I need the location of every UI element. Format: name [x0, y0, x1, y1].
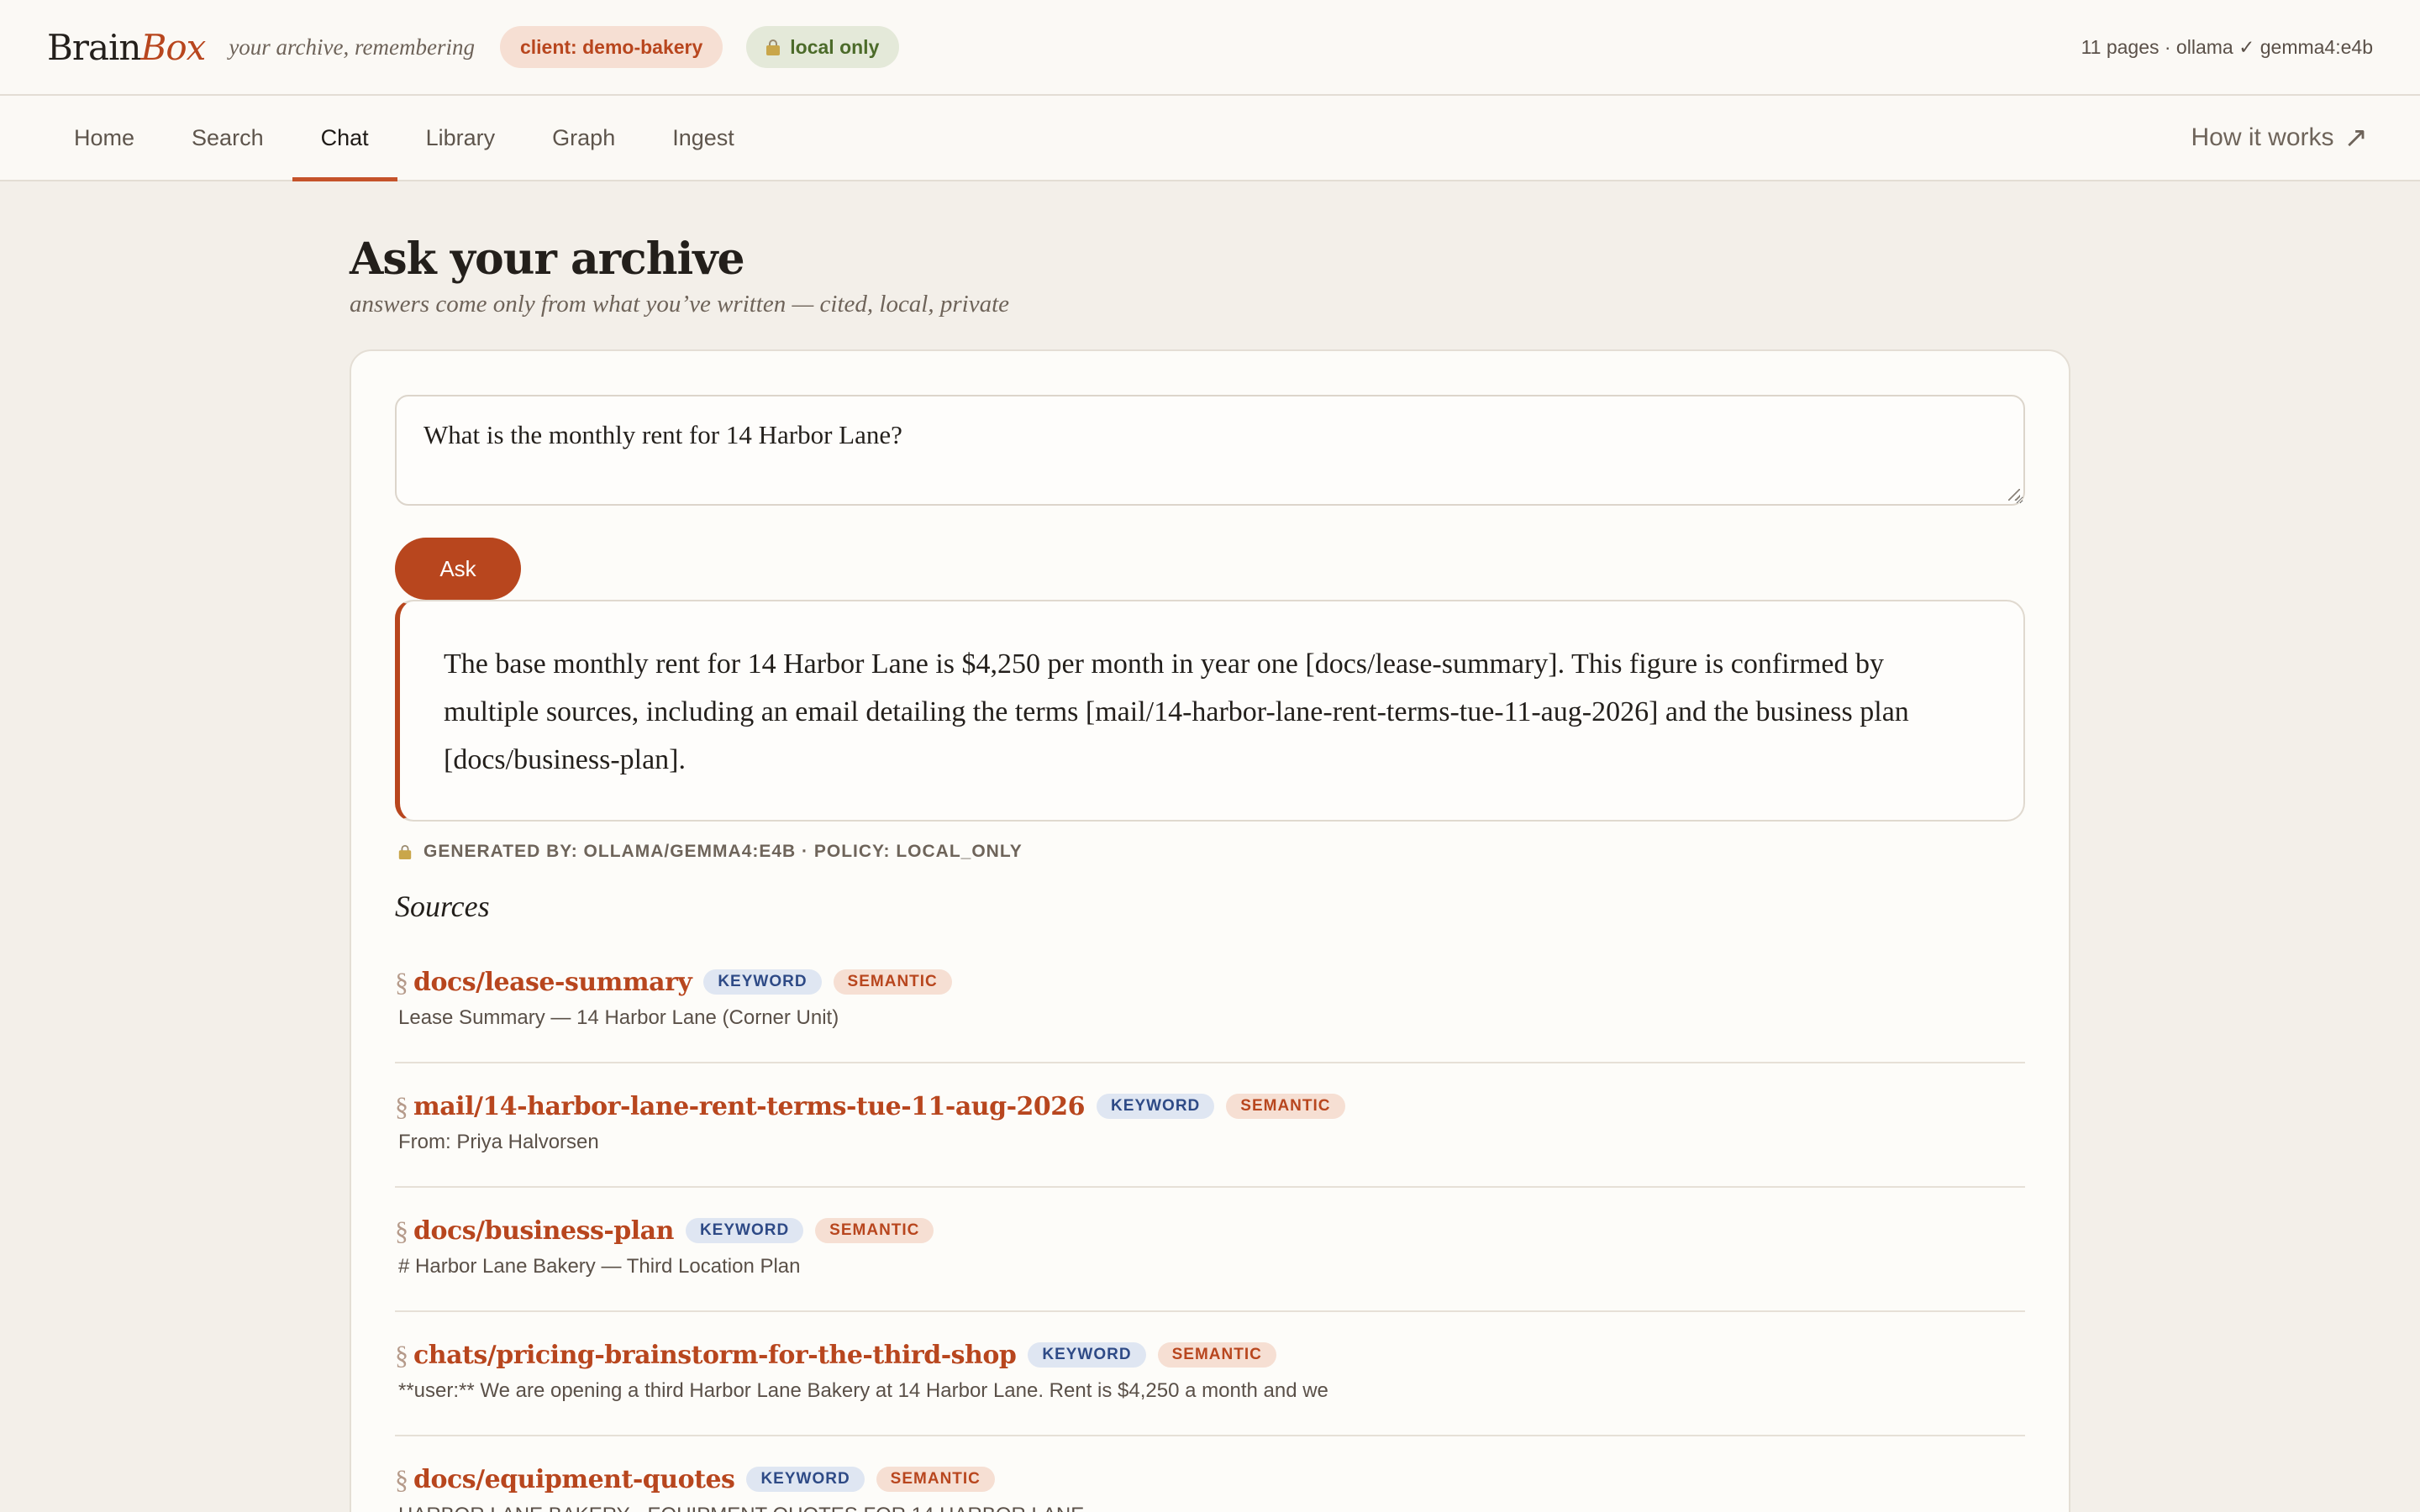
source-snippet: **user:** We are opening a third Harbor … — [398, 1379, 1328, 1402]
answer-panel: The base monthly rent for 14 Harbor Lane… — [395, 600, 2025, 822]
main-nav: Home Search Chat Library Graph Ingest Ho… — [0, 96, 2420, 181]
source-item[interactable]: § chats/pricing-brainstorm-for-the-third… — [395, 1312, 2025, 1436]
source-item[interactable]: § docs/business-plan KEYWORD SEMANTIC # … — [395, 1188, 2025, 1312]
page-title: Ask your archive — [350, 234, 745, 285]
brand-tagline: your archive, remembering — [229, 34, 475, 60]
tab-label: Chat — [320, 124, 369, 150]
section-icon: § — [395, 966, 408, 997]
brand-logo[interactable]: Brain Box — [47, 26, 206, 68]
chat-card: What is the monthly rent for 14 Harbor L… — [350, 349, 2070, 1512]
tab-graph[interactable]: Graph — [523, 96, 644, 180]
sources-heading: Sources — [395, 890, 490, 923]
source-item[interactable]: § docs/equipment-quotes KEYWORD SEMANTIC… — [395, 1436, 2025, 1512]
ask-button[interactable]: Ask — [395, 538, 521, 600]
source-link[interactable]: mail/14-harbor-lane-rent-terms-tue-11-au… — [413, 1092, 1086, 1121]
generated-by-label: GENERATED BY: OLLAMA/GEMMA4:E4B · POLICY… — [424, 842, 1023, 861]
tab-label: Home — [74, 124, 135, 150]
tab-home[interactable]: Home — [45, 96, 163, 180]
keyword-badge: KEYWORD — [685, 1218, 804, 1243]
source-snippet: From: Priya Halvorsen — [398, 1131, 599, 1153]
lock-icon — [766, 39, 781, 55]
generated-by-line: GENERATED BY: OLLAMA/GEMMA4:E4B · POLICY… — [398, 842, 1023, 862]
question-input[interactable]: What is the monthly rent for 14 Harbor L… — [395, 395, 2025, 506]
semantic-badge: SEMANTIC — [1157, 1342, 1276, 1368]
source-snippet: Lease Summary — 14 Harbor Lane (Corner U… — [398, 1006, 839, 1029]
source-snippet: # Harbor Lane Bakery — Third Location Pl… — [398, 1255, 801, 1278]
tab-ingest[interactable]: Ingest — [644, 96, 763, 180]
top-header: Brain Box your archive, remembering clien… — [0, 0, 2420, 96]
brand-name-brain: Brain — [47, 26, 141, 68]
status-readout: 11 pages · ollama ✓ gemma4:e4b — [2081, 35, 2373, 58]
source-item[interactable]: § mail/14-harbor-lane-rent-terms-tue-11-… — [395, 1063, 2025, 1188]
semantic-badge: SEMANTIC — [1226, 1094, 1345, 1119]
source-link[interactable]: docs/lease-summary — [413, 968, 692, 997]
how-it-works-link[interactable]: How it works ↗ — [2191, 96, 2368, 180]
tab-label: Search — [192, 124, 264, 150]
section-icon: § — [395, 1215, 408, 1246]
keyword-badge: KEYWORD — [746, 1467, 865, 1492]
client-badge: client: demo-bakery — [499, 26, 723, 68]
source-snippet: HARBOR LANE BAKERY - EQUIPMENT QUOTES FO… — [395, 1504, 2025, 1512]
local-only-label: local only — [790, 35, 880, 58]
semantic-badge: SEMANTIC — [815, 1218, 934, 1243]
semantic-badge: SEMANTIC — [876, 1467, 995, 1492]
section-icon: § — [395, 1339, 408, 1370]
how-it-works-label: How it works — [2191, 123, 2334, 151]
lock-icon — [398, 844, 412, 859]
tab-library[interactable]: Library — [397, 96, 524, 180]
source-link[interactable]: chats/pricing-brainstorm-for-the-third-s… — [413, 1341, 1017, 1370]
tab-label: Ingest — [672, 124, 734, 150]
semantic-badge: SEMANTIC — [833, 969, 952, 995]
keyword-badge: KEYWORD — [1028, 1342, 1146, 1368]
page-subtitle: answers come only from what you’ve writt… — [350, 291, 1010, 318]
source-list: § docs/lease-summary KEYWORD SEMANTIC Le… — [395, 939, 2025, 1512]
brand-name-box: Box — [140, 26, 206, 68]
keyword-badge: KEYWORD — [703, 969, 822, 995]
local-only-badge: local only — [746, 26, 900, 68]
section-icon: § — [395, 1090, 408, 1121]
section-icon: § — [395, 1463, 408, 1494]
tab-search[interactable]: Search — [163, 96, 292, 180]
keyword-badge: KEYWORD — [1097, 1094, 1215, 1119]
external-link-icon: ↗ — [2344, 122, 2369, 154]
source-link[interactable]: docs/equipment-quotes — [413, 1465, 735, 1494]
source-item[interactable]: § docs/lease-summary KEYWORD SEMANTIC Le… — [395, 939, 2025, 1063]
source-link[interactable]: docs/business-plan — [413, 1216, 674, 1246]
tab-label: Graph — [552, 124, 616, 150]
tab-chat[interactable]: Chat — [292, 96, 397, 181]
resize-handle-icon[interactable] — [2008, 489, 2020, 501]
tab-label: Library — [425, 124, 496, 150]
